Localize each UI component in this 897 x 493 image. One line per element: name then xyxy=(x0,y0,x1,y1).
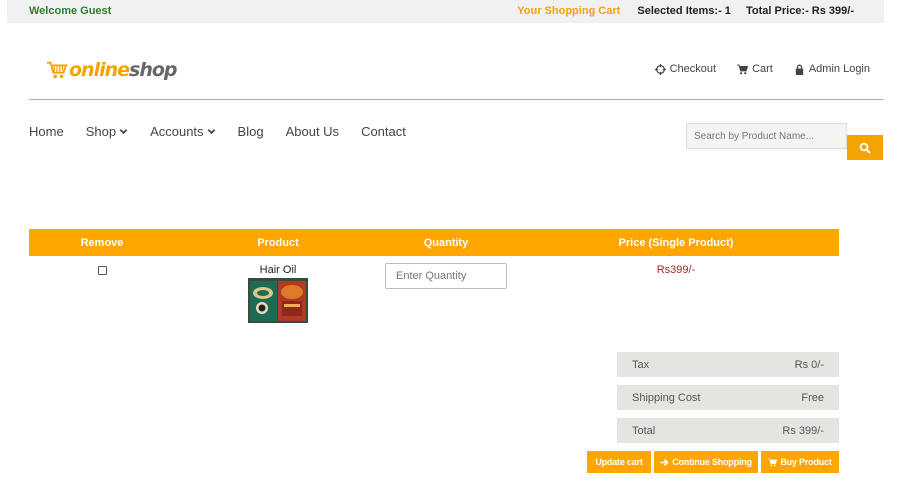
quantity-input[interactable] xyxy=(385,263,507,289)
header-product: Product xyxy=(257,237,299,249)
lock-icon xyxy=(795,64,804,75)
total-value: Rs 399/- xyxy=(782,425,824,437)
welcome-text: Welcome Guest xyxy=(29,5,112,17)
cart-icon xyxy=(737,63,749,74)
nav-contact[interactable]: Contact xyxy=(361,124,406,139)
search-button[interactable] xyxy=(847,135,883,160)
nav-home[interactable]: Home xyxy=(29,124,64,139)
top-bar: Welcome Guest Your Shopping Cart Selecte… xyxy=(7,0,884,23)
continue-shopping-button[interactable]: Continue Shopping xyxy=(654,451,758,473)
crosshair-icon xyxy=(654,63,666,75)
chevron-down-icon xyxy=(119,129,128,135)
shipping-row: Shipping Cost Free xyxy=(617,385,839,410)
shipping-value: Free xyxy=(801,392,824,404)
buy-product-button[interactable]: Buy Product xyxy=(761,451,839,473)
cart-link[interactable]: Cart xyxy=(737,63,773,75)
tax-row: Tax Rs 0/- xyxy=(617,352,839,377)
cart-summary: Your Shopping Cart Selected Items:- 1 To… xyxy=(517,5,854,17)
tax-value: Rs 0/- xyxy=(794,359,824,371)
admin-login-link[interactable]: Admin Login xyxy=(794,63,870,75)
tax-label: Tax xyxy=(632,359,650,371)
nav-accounts[interactable]: Accounts xyxy=(150,124,215,139)
site-logo[interactable]: onlineshop xyxy=(46,57,178,83)
product-image xyxy=(248,278,308,323)
remove-checkbox[interactable] xyxy=(98,266,107,275)
product-price: Rs399/- xyxy=(656,264,696,276)
product-name: Hair Oil xyxy=(259,264,297,276)
search-input[interactable] xyxy=(686,123,847,149)
header-quantity: Quantity xyxy=(423,237,469,249)
chevron-down-icon xyxy=(207,129,215,135)
total-price: Total Price:- Rs 399/- xyxy=(746,5,854,17)
header-price: Price (Single Product) xyxy=(618,237,734,249)
nav-shop[interactable]: Shop xyxy=(86,124,128,139)
arrow-right-icon xyxy=(660,458,669,466)
header-remove: Remove xyxy=(80,237,124,249)
shipping-label: Shipping Cost xyxy=(632,392,701,404)
header-links: Checkout Cart Admin Login xyxy=(654,63,870,75)
checkout-link[interactable]: Checkout xyxy=(654,63,716,75)
total-label: Total xyxy=(632,425,656,437)
main-nav: Home Shop Accounts Blog About Us Contact xyxy=(29,124,428,139)
search-icon xyxy=(859,142,871,154)
your-cart-link[interactable]: Your Shopping Cart xyxy=(517,5,620,17)
nav-about[interactable]: About Us xyxy=(286,124,339,139)
cart-table-header: Remove Product Quantity Price (Single Pr… xyxy=(29,229,839,256)
total-row: Total Rs 399/- xyxy=(617,418,839,443)
brand-name: onlineshop xyxy=(69,59,178,81)
selected-items: Selected Items:- 1 xyxy=(637,5,731,17)
nav-blog[interactable]: Blog xyxy=(238,124,264,139)
header-divider xyxy=(29,99,884,100)
cart-icon xyxy=(768,457,778,466)
update-cart-button[interactable]: Update cart xyxy=(587,451,651,473)
shopping-cart-logo-icon xyxy=(46,61,68,79)
